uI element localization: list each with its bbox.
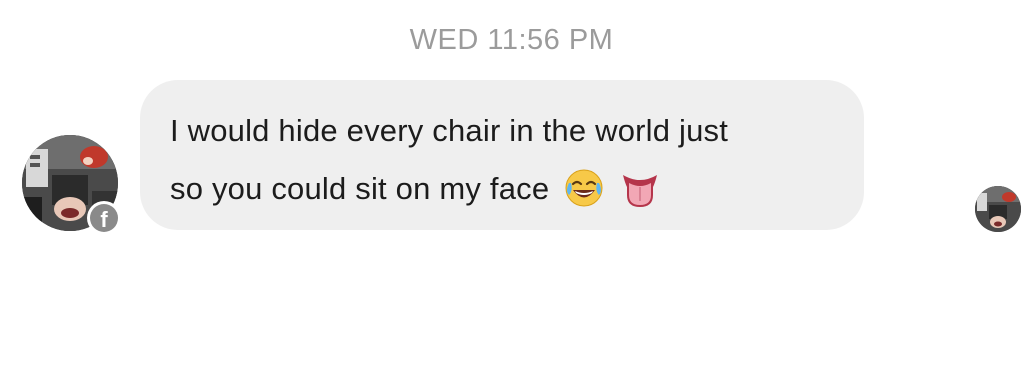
message-bubble[interactable]: I would hide every chair in the world ju…	[140, 80, 864, 230]
face-with-tears-of-joy-icon	[563, 167, 605, 209]
message-line-2: so you could sit on my face	[170, 160, 836, 218]
thread-timestamp: WED 11:56 PM	[409, 24, 614, 56]
message-line-2-text: so you could sit on my face	[170, 171, 550, 206]
seen-avatar-photo	[975, 186, 1021, 232]
tongue-icon	[619, 167, 661, 209]
facebook-badge: f	[87, 201, 121, 235]
message-line-1: I would hide every chair in the world ju…	[170, 113, 729, 148]
seen-avatar	[975, 186, 1021, 232]
facebook-badge-icon: f	[90, 204, 118, 232]
